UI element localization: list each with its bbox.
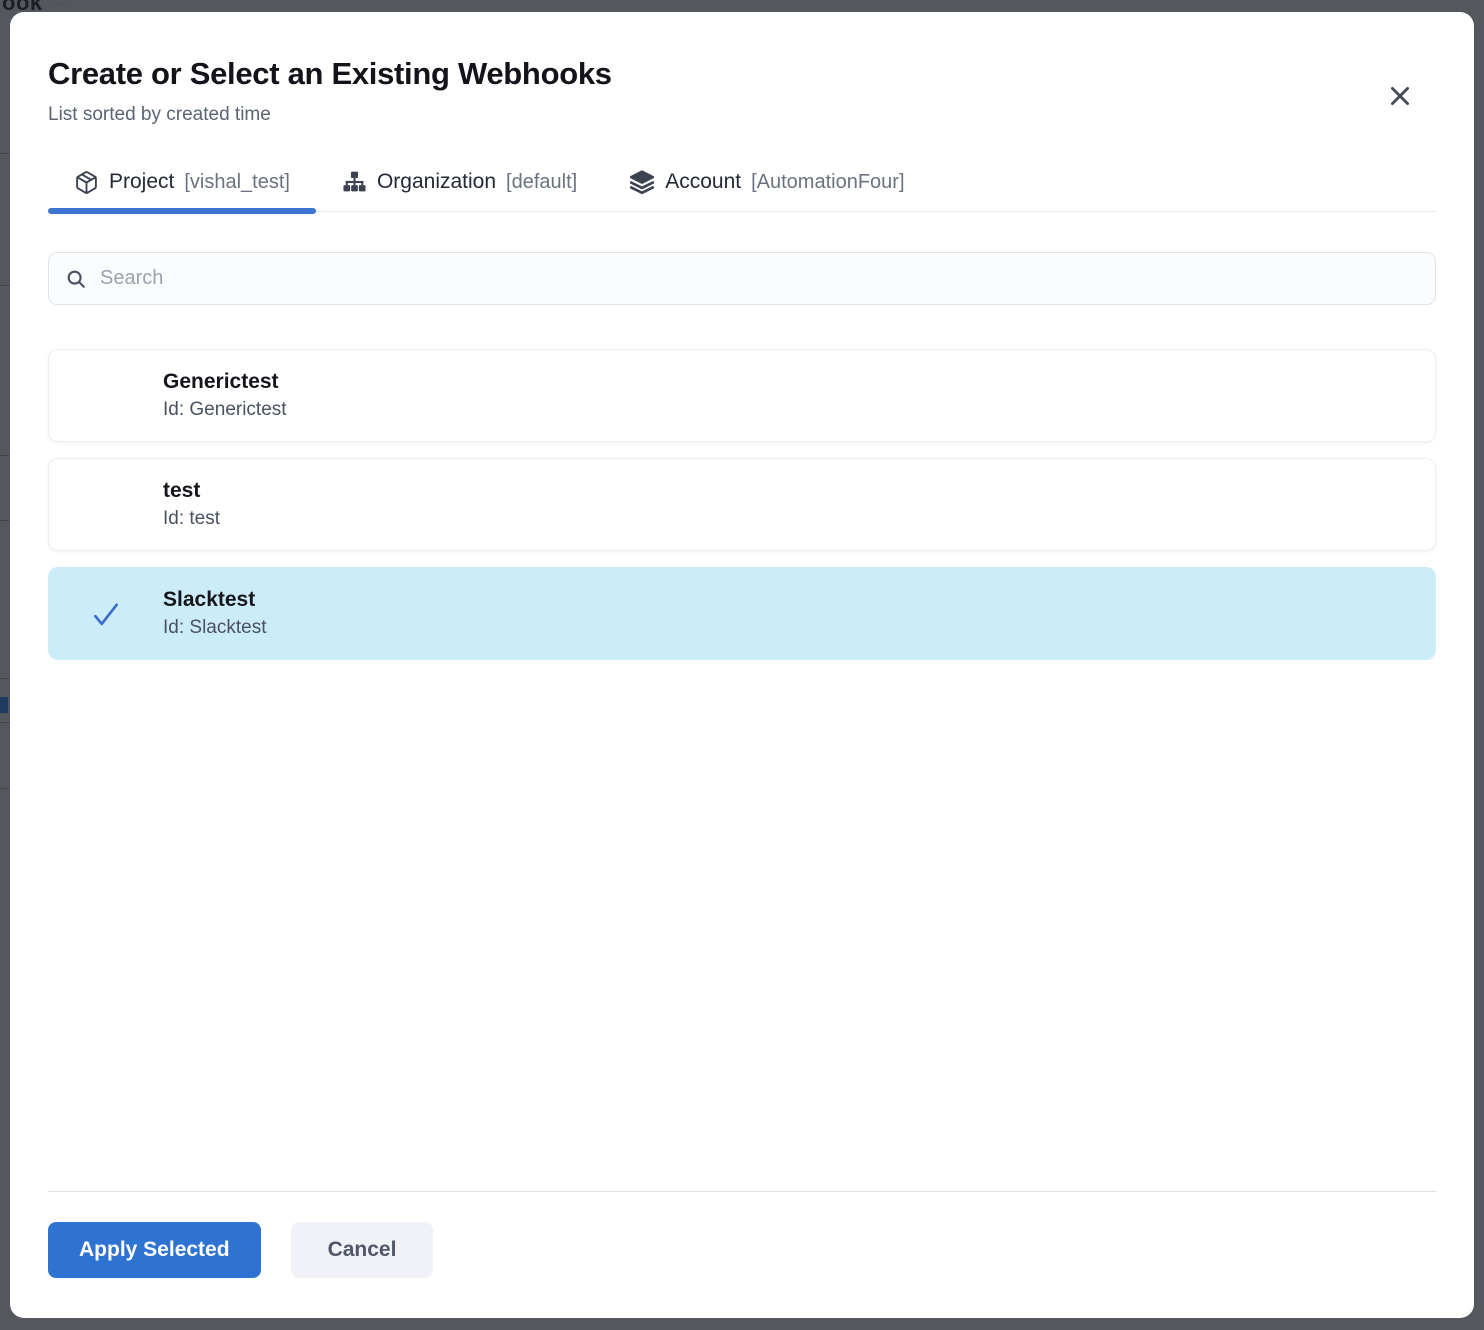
tab-project-context: [vishal_test] (184, 171, 290, 194)
tab-project-label: Project (109, 170, 174, 194)
item-title: test (163, 479, 220, 503)
apply-selected-button[interactable]: Apply Selected (48, 1222, 261, 1278)
modal-subtitle: List sorted by created time (48, 104, 1436, 126)
item-id: Id: Generictest (163, 399, 287, 421)
search-input[interactable] (100, 267, 1419, 290)
modal-footer: Apply Selected Cancel (48, 1191, 1436, 1318)
page-behind-button-fragment (0, 697, 8, 713)
scope-tabs: Project [vishal_test] (48, 159, 1436, 212)
close-icon (1387, 83, 1413, 109)
search-icon (65, 268, 87, 290)
tab-organization-label: Organization (377, 170, 496, 194)
check-zone (49, 597, 163, 631)
close-button[interactable] (1384, 80, 1416, 112)
item-title: Slacktest (163, 588, 267, 612)
package-icon (74, 170, 99, 195)
webhooks-modal: Create or Select an Existing Webhooks Li… (10, 12, 1474, 1318)
tab-account-context: [AutomationFour] (751, 171, 904, 194)
item-title: Generictest (163, 370, 287, 394)
list-item-slacktest[interactable]: Slacktest Id: Slacktest (48, 567, 1436, 660)
search-box (48, 252, 1436, 305)
checkmark-icon (88, 597, 124, 631)
list-item-test[interactable]: test Id: test (48, 458, 1436, 551)
tab-project[interactable]: Project [vishal_test] (48, 159, 316, 211)
footer-divider (48, 1191, 1436, 1192)
sitemap-icon (342, 170, 367, 195)
list-item-generictest[interactable]: Generictest Id: Generictest (48, 349, 1436, 442)
item-id: Id: test (163, 508, 220, 530)
cancel-button[interactable]: Cancel (291, 1222, 434, 1278)
tab-organization-context: [default] (506, 171, 577, 194)
layers-icon (629, 169, 655, 195)
webhook-list: Generictest Id: Generictest test Id: tes… (48, 349, 1436, 660)
tab-account-label: Account (665, 170, 741, 194)
tab-account[interactable]: Account [AutomationFour] (603, 159, 930, 211)
modal-title: Create or Select an Existing Webhooks (48, 56, 1436, 92)
tab-organization[interactable]: Organization [default] (316, 159, 603, 211)
item-id: Id: Slacktest (163, 617, 267, 639)
